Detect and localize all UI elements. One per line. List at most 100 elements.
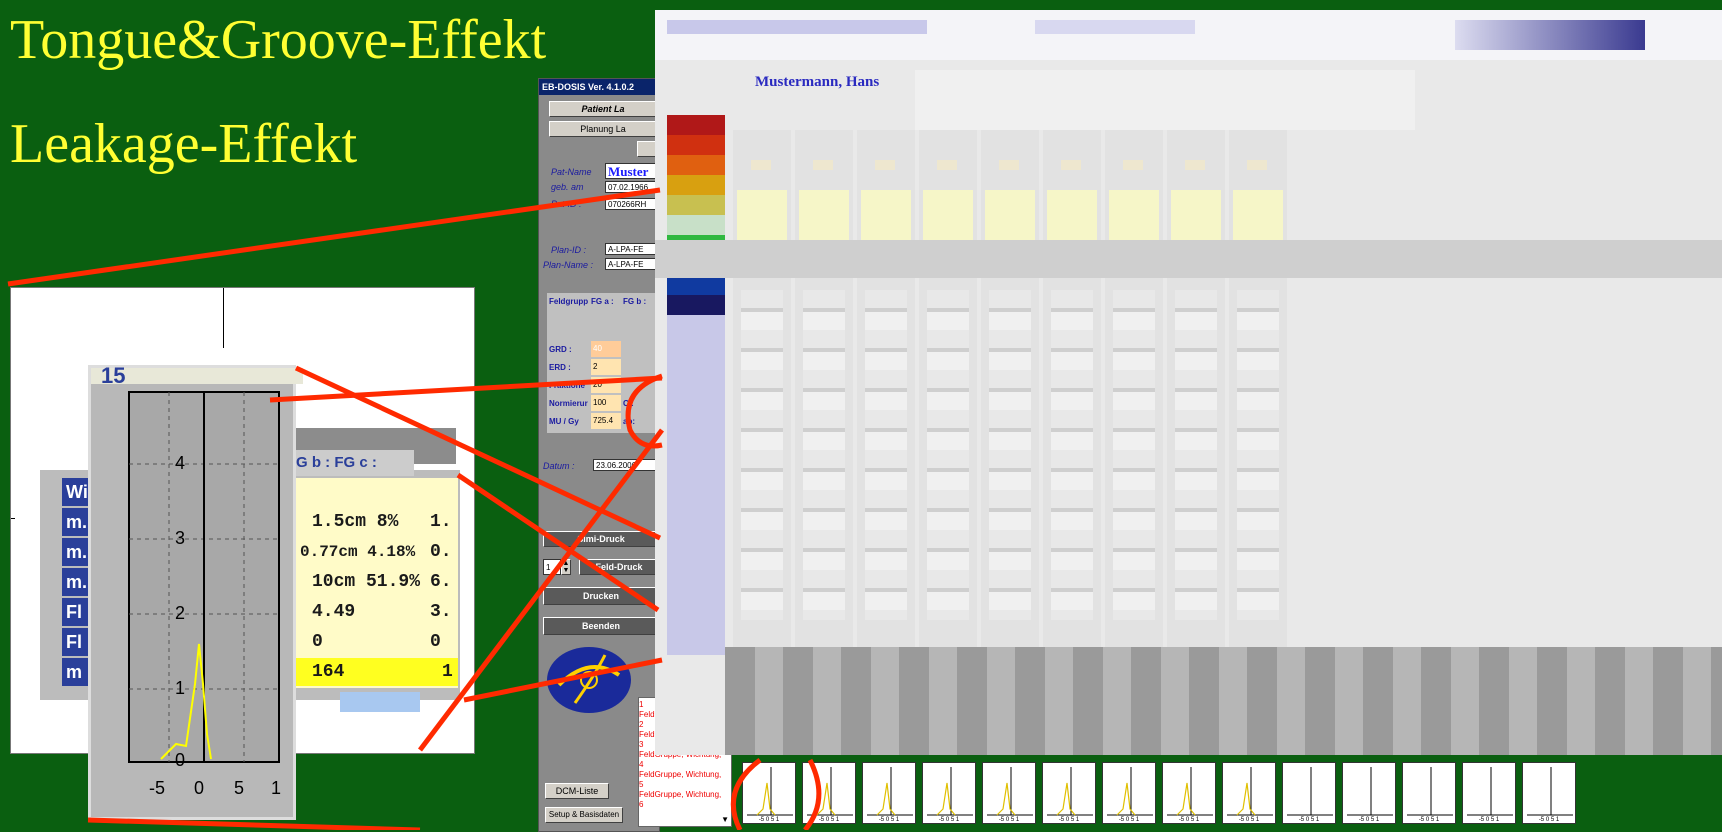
y-tick-label: 0 — [175, 750, 185, 770]
plan-name-field[interactable]: A-LPA-FE — [605, 258, 659, 270]
thumbnail-x-ticks: -5 0 5 1 — [1358, 817, 1380, 823]
simi-print-button[interactable]: Simi-Druck — [543, 531, 659, 547]
x-tick-label: 0 — [194, 778, 204, 798]
profile-thumbnail[interactable]: -5 0 5 1 — [1522, 762, 1576, 824]
zoom-cell: 0.77cm 4.18% — [300, 543, 416, 561]
thumbnail-x-ticks: -5 0 5 1 — [938, 817, 960, 823]
list-item: FeldGruppe, Wichtung, — [639, 790, 722, 799]
zoom-cell: 0 — [430, 632, 441, 652]
grid-row-label: ERD : — [549, 363, 571, 372]
plan-id-label: Plan-ID : — [551, 245, 587, 255]
profile-thumbnail[interactable]: -5 0 5 1 — [862, 762, 916, 824]
zoom-cell: 0. — [430, 542, 452, 562]
copies-spinner[interactable]: ▲ ▼ — [561, 559, 571, 575]
profile-thumbnails: -5 0 5 1 -5 0 5 1 -5 0 5 1 -5 0 5 1 -5 0 5 1… — [742, 762, 1722, 830]
profile-thumbnail[interactable]: -5 0 5 1 — [742, 762, 796, 824]
exit-button[interactable]: Beenden — [543, 617, 659, 635]
plot-top-label: 15 — [91, 365, 303, 387]
plan-load-button[interactable]: Planung La — [549, 121, 657, 137]
color-legend — [667, 115, 725, 655]
thumbnail-x-ticks: -5 0 5 1 — [1538, 817, 1560, 823]
pat-id-label: Pat-ID : — [551, 199, 582, 209]
grid-value[interactable]: 20 — [591, 377, 621, 393]
profile-thumbnail[interactable]: -5 0 5 1 — [1102, 762, 1156, 824]
grid-value[interactable]: 100 — [591, 395, 621, 411]
profile-thumbnail[interactable]: -5 0 5 1 — [1222, 762, 1276, 824]
grid-row-label: GRD : — [549, 345, 572, 354]
thumbnail-x-ticks: -5 0 5 1 — [1118, 817, 1140, 823]
zoom-cell: 3. — [430, 602, 452, 622]
pat-name-label: Pat-Name — [551, 167, 592, 177]
grid-row-label: Normierur — [549, 399, 588, 408]
grid-extra-label: ab: — [623, 417, 635, 426]
profile-thumbnail[interactable]: -5 0 5 1 — [802, 762, 856, 824]
zoom-cell: 1. — [430, 512, 452, 532]
thumbnail-x-ticks: -5 0 5 1 — [1478, 817, 1500, 823]
thumbnail-x-ticks: -5 0 5 1 — [758, 817, 780, 823]
print-button[interactable]: Drucken — [543, 587, 659, 605]
pat-name-field[interactable]: Muster — [605, 163, 659, 179]
grid-row-label: Fraktione — [549, 381, 586, 390]
profile-thumbnail[interactable]: -5 0 5 1 — [1462, 762, 1516, 824]
callout-line — [87, 817, 421, 830]
x-tick-label: 5 — [234, 778, 244, 798]
y-tick-label: 3 — [175, 528, 185, 548]
patient-load-button[interactable]: Patient La — [549, 101, 657, 117]
y-tick-label: 1 — [175, 678, 185, 698]
thumbnail-x-ticks: -5 0 5 1 — [1298, 817, 1320, 823]
x-tick-label: -5 — [149, 778, 165, 798]
slide-title-line1: Tongue&Groove-Effekt — [10, 9, 547, 71]
zoom-header-cell: G b : — [296, 454, 331, 471]
zoom-cell: 1 — [438, 658, 458, 686]
y-tick-label: 2 — [175, 603, 185, 623]
dcm-list-button[interactable]: DCM-Liste — [545, 783, 609, 799]
grid-value[interactable]: 2 — [591, 359, 621, 375]
setup-button[interactable]: Setup & Basisdaten — [545, 807, 623, 823]
grid-extra-label: C : — [623, 399, 634, 408]
profile-chart: 4 3 2 1 0 -5 0 5 1 — [128, 391, 281, 798]
grid-value[interactable]: 725.4 — [591, 413, 621, 429]
list-item: 6 — [639, 800, 644, 809]
thumbnail-x-ticks: -5 0 5 1 — [1418, 817, 1440, 823]
slide-title-line2: Leakage-Effekt — [10, 113, 358, 175]
plan-name-label: Plan-Name : — [543, 260, 594, 270]
grid-header: Feldgrupp — [549, 297, 589, 306]
thumbnail-x-ticks: -5 0 5 1 — [1058, 817, 1080, 823]
report-panel: Mustermann, Hans — [655, 10, 1722, 755]
y-tick-label: 4 — [175, 453, 185, 473]
copies-field[interactable]: 1 — [543, 559, 561, 575]
x-tick-label: 1 — [271, 778, 281, 798]
profile-thumbnail[interactable]: -5 0 5 1 — [982, 762, 1036, 824]
zoom-header-cell: FG c : — [334, 454, 377, 471]
zoom-cell: 0 — [312, 632, 323, 652]
date-label: Datum : — [543, 461, 575, 471]
thumbnail-x-ticks: -5 0 5 1 — [818, 817, 840, 823]
scroll-down-arrow[interactable]: ▼ — [721, 815, 729, 824]
zoom-profile-plot: 15 4 3 2 1 0 -5 0 5 1 — [88, 365, 303, 820]
profile-thumbnail[interactable]: -5 0 5 1 — [1162, 762, 1216, 824]
report-header — [655, 10, 1722, 60]
pat-id-field[interactable]: 070266RH — [605, 198, 659, 210]
profile-thumbnail[interactable]: -5 0 5 1 — [1342, 762, 1396, 824]
birth-field[interactable]: 07.02.1966 — [605, 181, 659, 193]
profile-thumbnail[interactable]: -5 0 5 1 — [1402, 762, 1456, 824]
grid-header: FG a : — [591, 297, 614, 306]
thumbnail-x-ticks: -5 0 5 1 — [998, 817, 1020, 823]
zoom-cell: 6. — [430, 572, 452, 592]
profile-strip — [725, 647, 1722, 755]
field-print-button[interactable]: Feld-Druck — [579, 559, 659, 575]
list-item: 4 — [639, 760, 644, 769]
birth-label: geb. am — [551, 182, 584, 192]
plan-id-field[interactable]: A-LPA-FE — [605, 243, 659, 255]
grid-value[interactable]: 40 — [591, 341, 621, 357]
profile-thumbnail[interactable]: -5 0 5 1 — [1042, 762, 1096, 824]
field-group-grid: Feldgrupp FG a : FG b : GRD : 40 ERD : 2… — [547, 293, 659, 433]
zoom-cell: 1.5cm 8% — [312, 512, 399, 532]
profile-thumbnail[interactable]: -5 0 5 1 — [1282, 762, 1336, 824]
profile-thumbnail[interactable]: -5 0 5 1 — [922, 762, 976, 824]
small-button[interactable] — [637, 141, 657, 157]
date-field[interactable]: 23.06.2006 — [593, 459, 659, 471]
clinic-logo — [547, 647, 631, 713]
zoom-cell-highlight: 164 — [296, 658, 458, 686]
list-item: FeldGruppe, Wichtung, — [639, 770, 722, 779]
